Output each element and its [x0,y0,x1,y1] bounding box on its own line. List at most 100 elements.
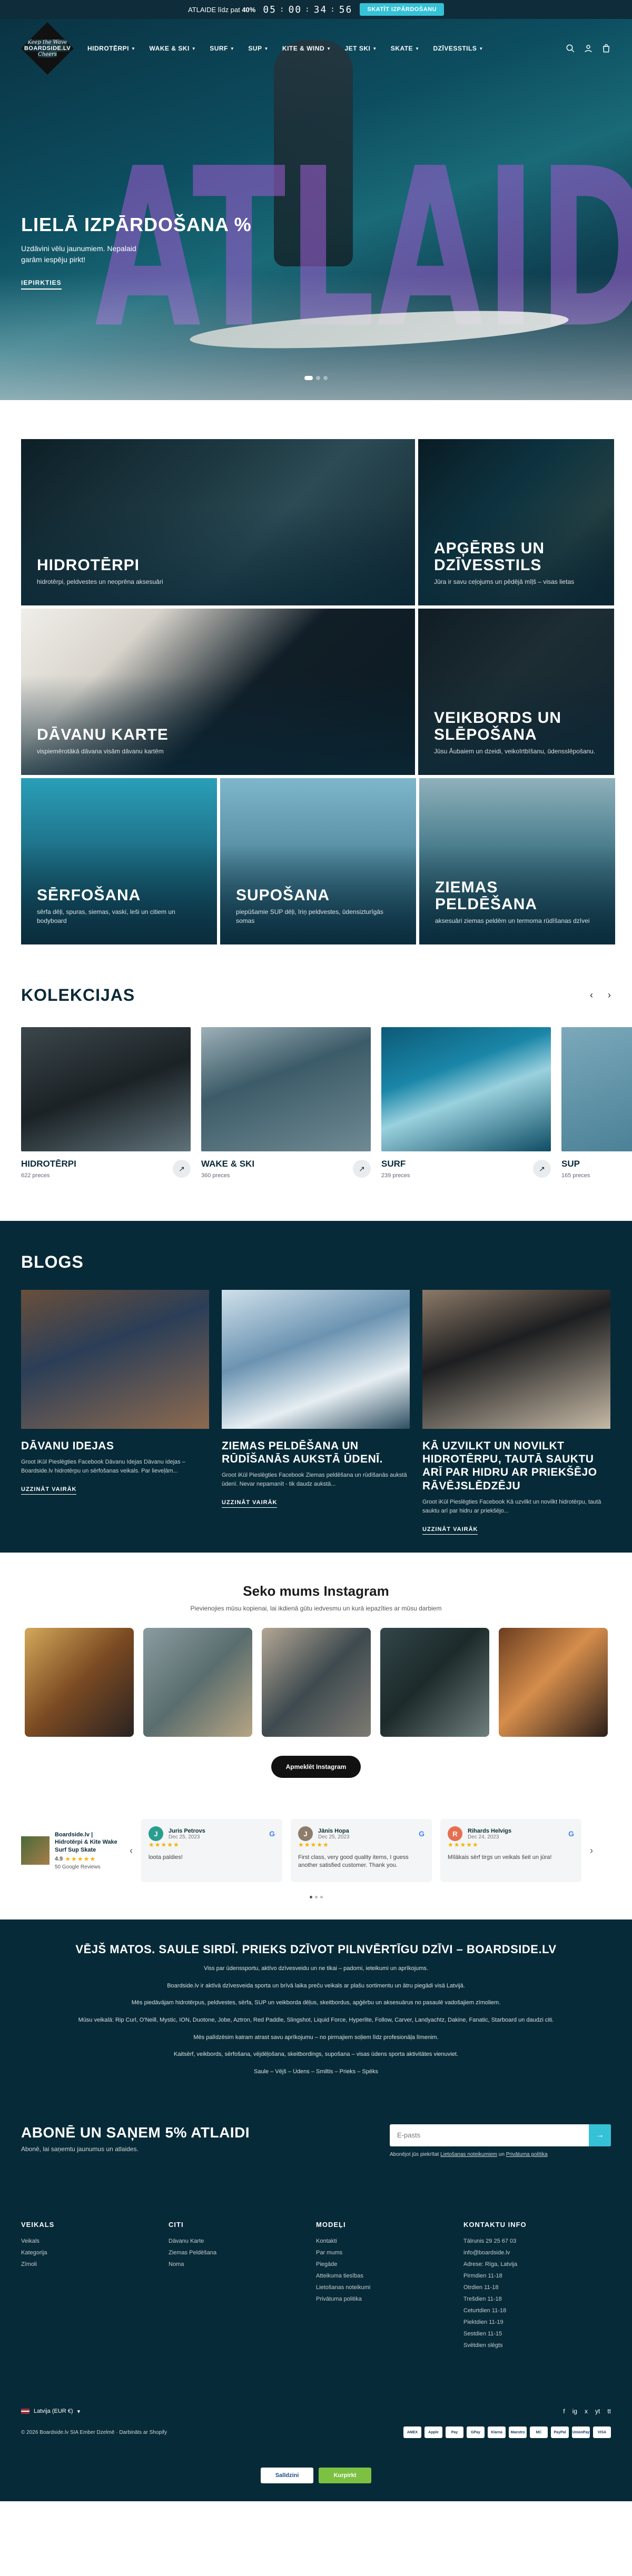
search-icon[interactable] [566,44,575,53]
google-pay-icon: GPay [467,2426,485,2438]
announcement-bar: ATLAIDE līdz pat 40% 05: 00: 34: 56 SKAT… [0,0,632,19]
blog-card[interactable]: KĀ UZVILKT UN NOVILKT HIDROTĒRPU, TAUTĀ … [422,1290,610,1535]
read-more-link[interactable]: UZZINĀT VAIRĀK [21,1486,77,1495]
nav-item-skate[interactable]: SKATE ▼ [391,45,420,52]
footer-link[interactable]: Piegāde [316,2261,463,2267]
footer-link[interactable]: Dāvanu Karte [169,2238,316,2244]
kurpirkt-badge[interactable]: Kurpirkt [319,2468,371,2483]
arrow-right-icon[interactable]: ↗ [353,1160,371,1178]
category-tile-ziemas-peldesana[interactable]: ZIEMAS PELDĒŠANA aksesuāri ziemas peldēm … [419,778,615,944]
nav-item-hidroterpi[interactable]: HIDROTĒRPI ▼ [87,45,135,52]
blog-image [422,1290,610,1429]
collection-card[interactable]: SUP 165 preces [561,1027,632,1179]
footer-link[interactable]: Atteikuma tiesības [316,2273,463,2279]
account-icon[interactable] [584,44,593,53]
nav-item-jet-ski[interactable]: JET SKI ▼ [345,45,377,52]
slide-dot-1[interactable] [304,376,313,380]
footer-link[interactable]: Lietošanas noteikumi [316,2284,463,2291]
chevron-right-icon[interactable]: › [590,1845,593,1856]
category-tile-suposana[interactable]: SUPOŠANA piepūšamie SUP dēļi, īriņ peldve… [220,778,416,944]
instagram-icon[interactable]: ig [572,2408,577,2415]
nav-item-kite-wind[interactable]: KITE & WIND ▼ [282,45,331,52]
blog-card[interactable]: DĀVANU IDEJAS Groot iKūl Pieslēgties Face… [21,1290,209,1535]
countdown-timer: 05: 00: 34: 56 [263,4,353,15]
footer-link[interactable]: Ziemas Peldēšana [169,2250,316,2256]
privacy-link[interactable]: Privātuma politika [506,2152,548,2157]
chevron-right-icon[interactable]: › [608,990,611,1001]
collection-card[interactable]: SURF 239 preces ↗ [381,1027,551,1179]
category-tile-veikbords[interactable]: VEIKBORDS UN SLĒPOŠANA Jūsu Āubaiem un dz… [418,609,614,775]
arrow-right-icon[interactable]: → [589,2124,611,2146]
chevron-down-icon: ▼ [264,46,269,51]
footer-link[interactable]: Noma [169,2261,316,2267]
nav-item-wake-ski[interactable]: WAKE & SKI ▼ [149,45,196,52]
blogs-section: BLOGS DĀVANU IDEJAS Groot iKūl Pieslēgtie… [0,1221,632,1553]
category-tile-apgerbs[interactable]: APĢĒRBS UN DZĪVESSTILS Jūra ir savu ceļoj… [418,439,614,605]
countdown-days: 05 [263,4,277,15]
youtube-icon[interactable]: yt [595,2408,600,2415]
store-logo[interactable]: Keep the Wave BOARDSIDE.LV Cheers [21,22,74,75]
arrow-right-icon[interactable]: ↗ [533,1160,551,1178]
star-rating-icon: ★★★★★ [149,1841,180,1848]
pay-icon: Pay [446,2426,463,2438]
klarna-icon: Klarna [488,2426,506,2438]
amex-icon: AMEX [403,2426,421,2438]
sale-cta-button[interactable]: SKATĪT IZPĀRDOŠANU [360,3,445,16]
hero-shop-link[interactable]: IEPIRKTIES [21,279,62,290]
instagram-post[interactable] [143,1628,252,1737]
salidzini-badge[interactable]: Salīdzini [261,2468,313,2483]
email-field[interactable] [390,2124,589,2146]
read-more-link[interactable]: UZZINĀT VAIRĀK [422,1526,478,1535]
footer-link[interactable]: Zīmoli [21,2261,169,2267]
collection-image [21,1027,191,1151]
instagram-post[interactable] [24,1628,134,1737]
read-more-link[interactable]: UZZINĀT VAIRĀK [222,1499,278,1508]
collection-image [201,1027,371,1151]
category-tile-serfosana[interactable]: SĒRFOŠANA sērfa dēļi, spuras, siemas, vas… [21,778,217,944]
star-rating-icon: ★★★★★ [448,1841,479,1848]
main-header: Keep the Wave BOARDSIDE.LV Cheers HIDROT… [0,19,632,78]
collection-card[interactable]: WAKE & SKI 360 preces ↗ [201,1027,371,1179]
nav-item-sup[interactable]: SUP ▼ [248,45,269,52]
reviews-section: Boardside.lv | Hidrotērpi & Kite Wake Su… [0,1808,632,1898]
chevron-left-icon[interactable]: ‹ [130,1845,133,1856]
collection-card[interactable]: HIDROTĒRPI 622 preces ↗ [21,1027,191,1179]
hero-banner: ATLAIDES Keep the Wave BOARDSIDE.LV Chee… [0,19,632,400]
latvia-flag-icon [21,2409,29,2414]
terms-link[interactable]: Lietošanas noteikumiem [440,2152,497,2157]
footer-link[interactable]: Kontakti [316,2238,463,2244]
nav-item-dzivesstils[interactable]: DZĪVESSTILS ▼ [433,45,483,52]
arrow-right-icon[interactable]: ↗ [173,1160,191,1178]
visit-instagram-button[interactable]: Apmeklēt Instagram [271,1756,361,1778]
instagram-post[interactable] [498,1628,608,1737]
avatar: R [448,1826,462,1841]
footer-columns: VEIKALS Veikals Kategorija Zīmoli CITI Dāvan… [21,2220,527,2349]
instagram-post[interactable] [261,1628,371,1737]
footer-link[interactable]: Par mums [316,2250,463,2256]
hero-subtitle: Uzdāvini vēlu jaunumiem. Nepalaid garām … [21,244,136,264]
locale-selector[interactable]: Latvija (EUR €) ▾ [21,2408,80,2415]
footer-link[interactable]: Veikals [21,2238,169,2244]
chevron-left-icon[interactable]: ‹ [590,990,593,1001]
slide-dot-2[interactable] [316,376,320,380]
tiktok-icon[interactable]: tt [607,2408,611,2415]
category-tile-davanu-karte[interactable]: DĀVANU KARTE vispiemērotākā dāvana visām … [21,609,415,775]
category-tile-hidroterpi[interactable]: HIDROTĒRPI hidrotērpi, peldvestes un neop… [21,439,415,605]
facebook-icon[interactable]: f [563,2408,565,2415]
footer-link[interactable]: Kategorija [21,2250,169,2256]
blog-card[interactable]: ZIEMAS PELDĒŠANA UN RŪDĪŠANĀS AUKSTĀ ŪDE… [222,1290,410,1535]
x-icon[interactable]: x [585,2408,588,2415]
blogs-title: BLOGS [21,1252,84,1271]
collections-carousel: HIDROTĒRPI 622 preces ↗ WAKE & SKI 360 prec… [21,1027,632,1179]
instagram-section: Seko mums Instagram Pievienojies mūsu ko… [0,1553,632,1778]
google-icon: G [419,1829,424,1838]
chevron-down-icon: ▼ [327,46,331,51]
slide-dot-3[interactable] [323,376,328,380]
chevron-down-icon: ▼ [372,46,377,51]
footer-link[interactable]: Privātuma politika [316,2296,463,2302]
cart-icon[interactable] [601,44,611,53]
instagram-post[interactable] [380,1628,489,1737]
hero-title: LIELĀ IZPĀRDOŠANA % [21,214,252,235]
main-nav: HIDROTĒRPI ▼ WAKE & SKI ▼ SURF ▼ SUP ▼ KITE … [87,45,483,52]
nav-item-surf[interactable]: SURF ▼ [210,45,234,52]
